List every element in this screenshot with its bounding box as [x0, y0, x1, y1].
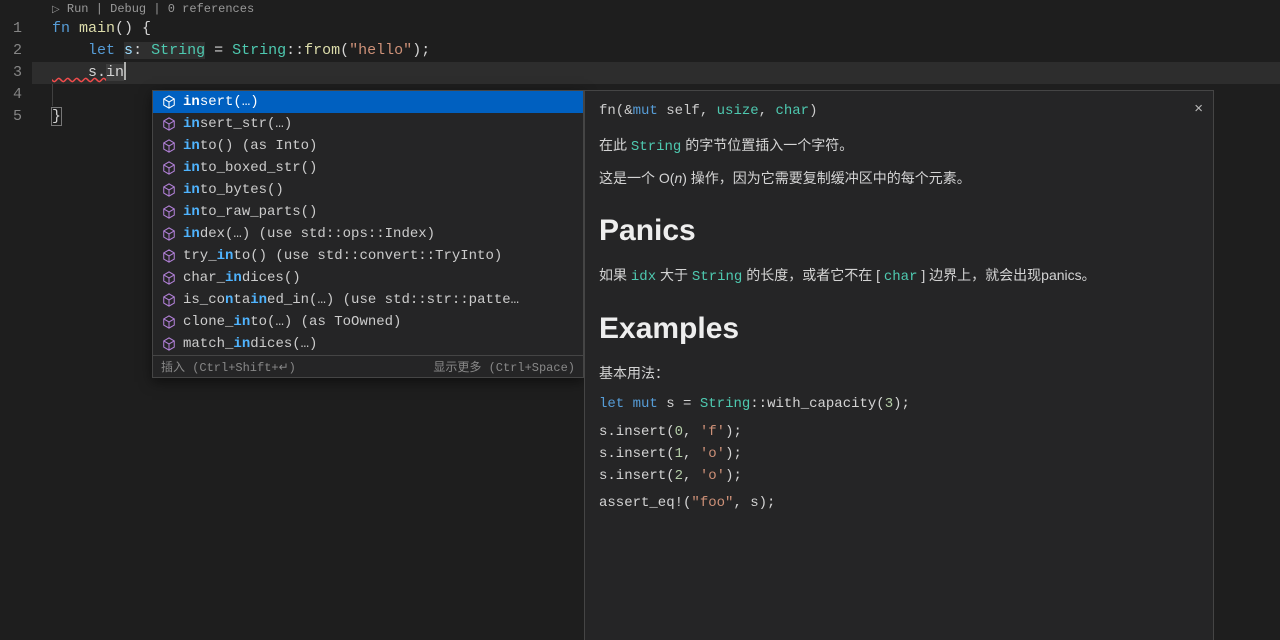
codelens-debug[interactable]: Debug [110, 2, 146, 16]
line-number-gutter: 1 2 3 4 5 [0, 0, 32, 640]
documentation-panel[interactable]: × fn(&mut self, usize, char) 在此 String 的… [584, 90, 1214, 640]
code-line[interactable]: let s: String = String::from("hello"); [32, 40, 1280, 62]
method-icon [161, 138, 177, 154]
autocomplete-footer: 插入 (Ctrl+Shift+↵) 显示更多 (Ctrl+Space) [153, 355, 583, 377]
autocomplete-item[interactable]: into() (as Into) [153, 135, 583, 157]
codelens-refs[interactable]: 0 references [168, 2, 254, 16]
autocomplete-item[interactable]: clone_into(…) (as ToOwned) [153, 311, 583, 333]
codelens-bar[interactable]: ▷ Run | Debug | 0 references [32, 0, 1280, 18]
code-editor[interactable]: 1 2 3 4 5 ▷ Run | Debug | 0 references f… [0, 0, 1280, 640]
doc-heading: Panics [599, 208, 1187, 255]
code-area[interactable]: ▷ Run | Debug | 0 references fn main() {… [32, 0, 1280, 640]
method-icon [161, 248, 177, 264]
method-icon [161, 336, 177, 352]
doc-heading: Examples [599, 306, 1187, 353]
autocomplete-item[interactable]: index(…) (use std::ops::Index) [153, 223, 583, 245]
method-icon [161, 226, 177, 242]
run-icon[interactable]: ▷ [52, 5, 60, 16]
doc-signature: fn(&mut self, usize, char) [599, 101, 1187, 123]
ac-hint-left[interactable]: 插入 (Ctrl+Shift+↵) [161, 358, 296, 375]
doc-paragraph: 在此 String 的字节位置插入一个字符。 [599, 135, 1187, 159]
doc-code: let mut s = String::with_capacity(3); [599, 394, 1187, 416]
method-icon [161, 204, 177, 220]
autocomplete-item[interactable]: into_boxed_str() [153, 157, 583, 179]
autocomplete-popup[interactable]: insert(…)insert_str(…)into() (as Into)in… [152, 90, 584, 378]
codelens-run[interactable]: Run [67, 2, 89, 16]
method-icon [161, 94, 177, 110]
doc-code: assert_eq!("foo", s); [599, 493, 1187, 515]
autocomplete-item[interactable]: insert_str(…) [153, 113, 583, 135]
autocomplete-item[interactable]: char_indices() [153, 267, 583, 289]
method-icon [161, 116, 177, 132]
autocomplete-item[interactable]: try_into() (use std::convert::TryInto) [153, 245, 583, 267]
method-icon [161, 160, 177, 176]
code-line[interactable]: fn main() { [32, 18, 1280, 40]
method-icon [161, 314, 177, 330]
close-icon[interactable]: × [1194, 97, 1203, 120]
method-icon [161, 182, 177, 198]
code-line-active[interactable]: s.in [32, 62, 1280, 84]
doc-code: s.insert(0, 'f'); s.insert(1, 'o'); s.in… [599, 422, 1187, 487]
autocomplete-item[interactable]: is_contained_in(…) (use std::str::patte… [153, 289, 583, 311]
doc-paragraph: 基本用法： [599, 363, 1187, 385]
method-icon [161, 292, 177, 308]
doc-paragraph: 如果 idx 大于 String 的长度，或者它不在 [ char ] 边界上，… [599, 265, 1187, 289]
autocomplete-item[interactable]: into_raw_parts() [153, 201, 583, 223]
ac-hint-right[interactable]: 显示更多 (Ctrl+Space) [433, 358, 575, 375]
autocomplete-item[interactable]: into_bytes() [153, 179, 583, 201]
text-cursor [124, 62, 126, 80]
method-icon [161, 270, 177, 286]
autocomplete-item[interactable]: insert(…) [153, 91, 583, 113]
doc-paragraph: 这是一个 O(n) 操作，因为它需要复制缓冲区中的每个元素。 [599, 168, 1187, 190]
autocomplete-item[interactable]: match_indices(…) [153, 333, 583, 355]
